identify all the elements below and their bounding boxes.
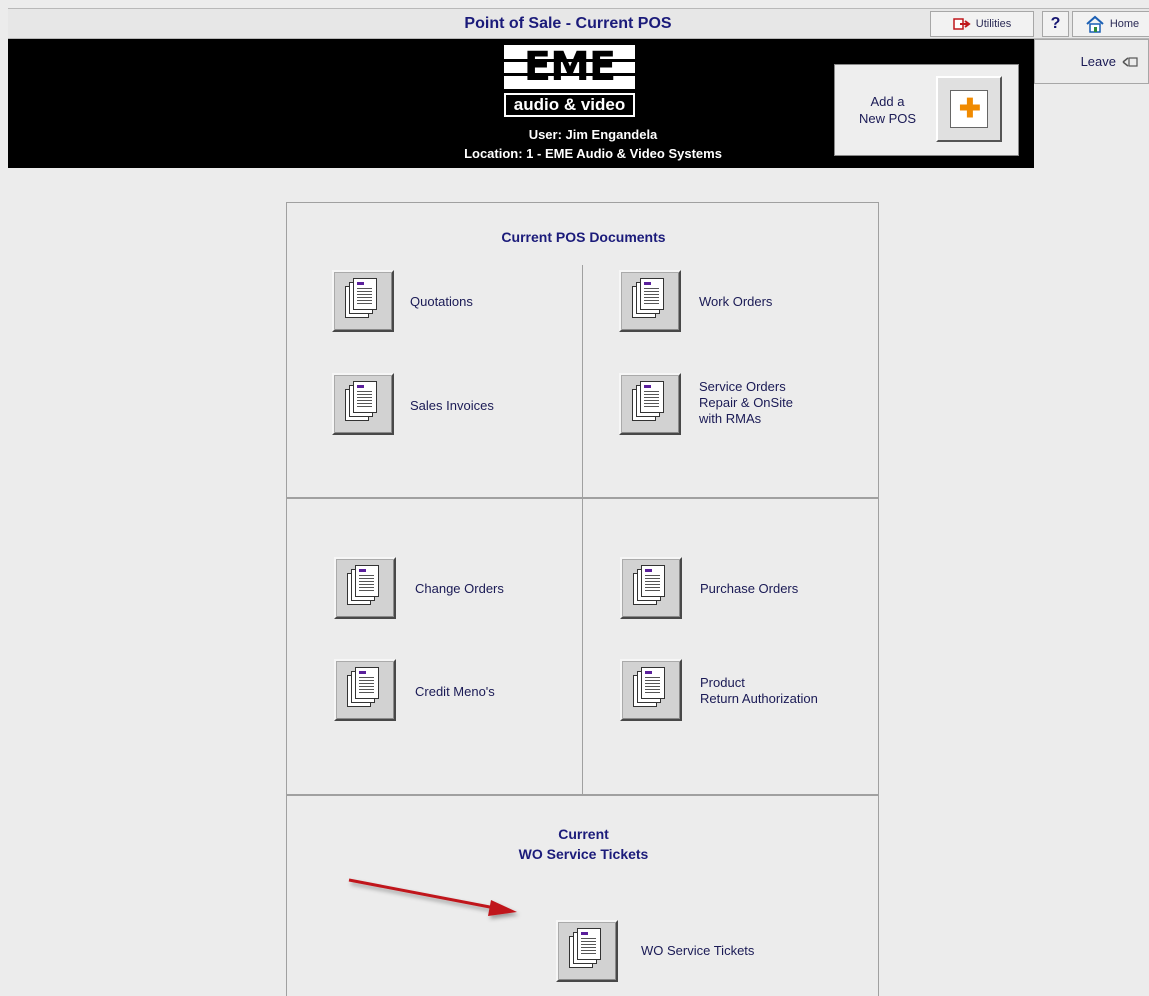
location-label: Location: 1 - EME Audio & Video Systems (464, 146, 722, 161)
purchase-orders-label: Purchase Orders (700, 581, 799, 596)
document-icon[interactable] (334, 557, 396, 619)
house-icon (1086, 15, 1104, 33)
user-label: User: Jim Engandela (528, 127, 658, 142)
document-icon[interactable] (332, 270, 394, 332)
help-button[interactable]: ? (1042, 11, 1069, 37)
credit-memos-label: Credit Meno's (415, 684, 495, 699)
document-icon[interactable] (556, 920, 618, 982)
add-new-pos-button[interactable]: ✚ (936, 76, 1002, 142)
panel-title: Current POS Documents (501, 229, 666, 245)
leave-button[interactable]: Leave (1034, 39, 1149, 84)
leave-label: Leave (1080, 54, 1116, 69)
header-banner: EME audio & video User: Jim Engandela Lo… (8, 39, 1034, 168)
orders-panel: Change Orders Purchase Orders Credit Men… (286, 498, 879, 795)
plus-icon: ✚ (950, 90, 988, 128)
panel-divider (582, 265, 583, 499)
quotations-label: Quotations (410, 294, 473, 309)
logo-stripe (504, 59, 635, 62)
panel-title-line1: Current (558, 826, 609, 842)
home-button[interactable]: Home (1072, 11, 1149, 37)
service-orders-label: Service Orders Repair & OnSite with RMAs (699, 379, 793, 426)
wo-service-tickets-label: WO Service Tickets (641, 943, 755, 958)
document-icon[interactable] (619, 270, 681, 332)
page-title: Point of Sale - Current POS (464, 15, 672, 32)
document-icon[interactable] (620, 557, 682, 619)
utilities-label: Utilities (975, 18, 1012, 30)
leave-icon (1122, 56, 1138, 67)
eme-logo-subtext: audio & video (504, 93, 635, 117)
logo-stripe (504, 73, 635, 76)
panel-title-line2: WO Service Tickets (518, 846, 649, 862)
title-bar: Point of Sale - Current POS Utilities ? … (8, 8, 1149, 39)
home-label: Home (1109, 18, 1140, 30)
utilities-icon (953, 18, 971, 30)
add-pos-line1: Add a (870, 94, 905, 109)
change-orders-label: Change Orders (415, 581, 504, 596)
add-pos-box: Add a New POS ✚ (834, 64, 1019, 156)
annotation-arrow (348, 878, 517, 916)
current-pos-documents-panel: Current POS Documents Quotations Work Or… (286, 202, 879, 499)
utilities-button[interactable]: Utilities (930, 11, 1034, 37)
panel-divider (582, 499, 583, 794)
work-orders-label: Work Orders (699, 294, 773, 309)
document-icon[interactable] (332, 373, 394, 435)
add-pos-line2: New POS (858, 111, 917, 126)
eme-logo: EME audio & video (497, 42, 642, 120)
sales-invoices-label: Sales Invoices (410, 398, 494, 413)
add-pos-label: Add a New POS (845, 93, 930, 127)
eme-logo-text: EME (504, 45, 635, 89)
document-icon[interactable] (620, 659, 682, 721)
product-return-authorization-label: Product Return Authorization (700, 675, 818, 706)
document-icon[interactable] (334, 659, 396, 721)
document-icon[interactable] (619, 373, 681, 435)
